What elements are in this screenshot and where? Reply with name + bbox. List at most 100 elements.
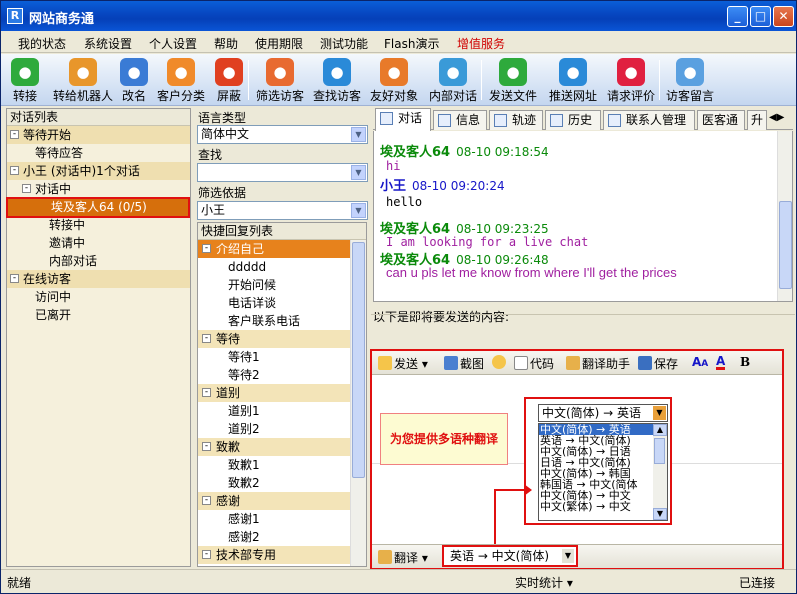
language-option[interactable]: 中文(简体) → 中文 xyxy=(539,490,653,501)
translate-button[interactable]: 翻译 ▾ xyxy=(378,549,428,566)
tab-scroll-arrows[interactable]: ◀▶ xyxy=(769,112,791,128)
tab-info[interactable]: 信息 xyxy=(433,110,487,130)
quick-reply-item[interactable]: 开始问候 xyxy=(198,276,366,294)
language-option[interactable]: 中文(简体) → 英语 xyxy=(539,424,653,435)
collapse-icon[interactable]: - xyxy=(202,334,211,343)
send-button[interactable]: 发送 ▾ xyxy=(378,355,428,372)
quick-reply-item[interactable]: 电话详谈 xyxy=(198,294,366,312)
realtime-stats-button[interactable]: 实时统计 ▾ xyxy=(515,574,573,591)
collapse-icon[interactable]: - xyxy=(22,184,31,193)
collapse-icon[interactable]: - xyxy=(202,244,211,253)
font-color-button[interactable]: A xyxy=(716,355,726,370)
language-type-select[interactable]: 简体中文 ▼ xyxy=(197,125,368,144)
menu-value-added[interactable]: 增值服务 xyxy=(457,35,505,52)
toolbar-button-message[interactable]: ● 访客留言 xyxy=(665,56,715,104)
toolbar-button-search-visitor[interactable]: ● 查找访客 xyxy=(310,56,364,104)
quick-reply-group[interactable]: - 等待 xyxy=(198,330,366,348)
chat-scrollbar[interactable] xyxy=(777,131,792,301)
toolbar-button-push-url[interactable]: ● 推送网址 xyxy=(546,56,600,104)
filter-select[interactable]: 小王 ▼ xyxy=(197,201,368,220)
toolbar-button-send-file[interactable]: ● 发送文件 xyxy=(486,56,540,104)
tab-medical[interactable]: 医客通 xyxy=(697,110,745,130)
menu-test-features[interactable]: 测试功能 xyxy=(320,35,368,52)
tree-item[interactable]: 已离开 xyxy=(7,306,190,324)
code-button[interactable]: 代码 xyxy=(514,355,554,372)
quick-reply-item[interactable]: 感谢2 xyxy=(198,528,366,546)
quick-reply-item[interactable]: 等待2 xyxy=(198,366,366,384)
toolbar-button-rating[interactable]: ● 请求评价 xyxy=(604,56,658,104)
menu-flash-demo[interactable]: Flash演示 xyxy=(384,35,439,52)
menu-personal-settings[interactable]: 个人设置 xyxy=(149,35,197,52)
quick-reply-group[interactable]: - 感谢 xyxy=(198,492,366,510)
tree-item[interactable]: 访问中 xyxy=(7,288,190,306)
tree-item[interactable]: 内部对话 xyxy=(7,252,190,270)
language-option[interactable]: 日语 → 中文(简体) xyxy=(539,457,653,468)
collapse-icon[interactable]: - xyxy=(10,130,19,139)
maximize-button[interactable]: □ xyxy=(750,6,771,27)
scroll-down-icon[interactable]: ▼ xyxy=(653,508,667,520)
tab-chat[interactable]: 对话 xyxy=(375,108,431,131)
translate-assistant-button[interactable]: 翻译助手 xyxy=(566,355,630,372)
menu-help[interactable]: 帮助 xyxy=(214,35,238,52)
emoji-button[interactable] xyxy=(492,355,508,370)
menu-system-settings[interactable]: 系统设置 xyxy=(84,35,132,52)
selected-conversation[interactable]: 埃及客人64 (0/5) xyxy=(6,197,190,218)
language-option[interactable]: 韩国语 → 中文(简体 xyxy=(539,479,653,490)
menu-my-status[interactable]: 我的状态 xyxy=(18,35,66,52)
font-button[interactable]: AA xyxy=(692,355,708,369)
tree-item[interactable]: - 等待开始 xyxy=(7,126,190,144)
tree-item[interactable]: - 对话中 xyxy=(7,180,190,198)
collapse-icon[interactable]: - xyxy=(202,496,211,505)
toolbar-button-group[interactable]: ● 客户分类 xyxy=(154,56,208,104)
save-button[interactable]: 保存 xyxy=(638,355,678,372)
screenshot-button[interactable]: 截图 xyxy=(444,355,484,372)
quick-reply-scrollbar[interactable] xyxy=(350,240,366,566)
tab-history[interactable]: 历史 xyxy=(545,110,601,130)
quick-reply-group[interactable]: - 致歉 xyxy=(198,438,366,456)
quick-reply-item[interactable]: 等待1 xyxy=(198,348,366,366)
quick-reply-group[interactable]: - 技术部专用 xyxy=(198,546,366,564)
toolbar-button-rename[interactable]: ● 改名 xyxy=(118,56,150,104)
quick-reply-item[interactable]: 客户联系电话 xyxy=(198,312,366,330)
scrollbar-thumb[interactable] xyxy=(352,242,365,478)
tree-item[interactable]: 转接中 xyxy=(7,216,190,234)
toolbar-button-friend[interactable]: ● 友好对象 xyxy=(367,56,421,104)
collapse-icon[interactable]: - xyxy=(202,442,211,451)
language-option[interactable]: 中文(简体) → 日语 xyxy=(539,446,653,457)
tab-contacts[interactable]: 联系人管理 xyxy=(603,110,695,130)
toolbar-button-filter-visitor[interactable]: ● 筛选访客 xyxy=(253,56,307,104)
panel-splitter[interactable] xyxy=(371,314,795,315)
translate-language-select[interactable]: 英语 → 中文(简体) ▼ xyxy=(442,545,578,567)
collapse-icon[interactable]: - xyxy=(10,166,19,175)
quick-reply-item[interactable]: 道别2 xyxy=(198,420,366,438)
scrollbar-thumb[interactable] xyxy=(654,438,665,464)
tab-track[interactable]: 轨迹 xyxy=(489,110,543,130)
quick-reply-group[interactable]: - 介绍自己 xyxy=(198,240,366,258)
quick-reply-item[interactable]: ddddd xyxy=(198,258,366,276)
collapse-icon[interactable]: - xyxy=(202,550,211,559)
toolbar-button-robot[interactable]: ● 转给机器人 xyxy=(51,56,115,104)
tree-item[interactable]: - 小王 (对话中)1个对话 xyxy=(7,162,190,180)
quick-reply-group[interactable]: - 道别 xyxy=(198,384,366,402)
toolbar-button-transfer[interactable]: ● 转接 xyxy=(4,56,46,104)
quick-reply-item[interactable]: 感谢1 xyxy=(198,510,366,528)
collapse-icon[interactable]: - xyxy=(202,388,211,397)
bold-button[interactable]: B xyxy=(740,355,750,369)
tree-item[interactable]: 邀请中 xyxy=(7,234,190,252)
language-option[interactable]: 英语 → 中文(简体) xyxy=(539,435,653,446)
menu-usage-period[interactable]: 使用期限 xyxy=(255,35,303,52)
close-button[interactable]: ✕ xyxy=(773,6,794,27)
collapse-icon[interactable]: - xyxy=(10,274,19,283)
quick-reply-item[interactable]: 致歉1 xyxy=(198,456,366,474)
tab-more[interactable]: 升 xyxy=(747,110,767,130)
quick-reply-item[interactable]: 致歉2 xyxy=(198,474,366,492)
tree-item[interactable]: 等待应答 xyxy=(7,144,190,162)
language-list-scrollbar[interactable]: ▲ ▼ xyxy=(653,424,667,520)
language-option[interactable]: 中文(繁体) → 中文 xyxy=(539,501,653,512)
language-pair-select[interactable]: 中文(简体) → 英语 ▼ xyxy=(538,404,668,422)
toolbar-button-block[interactable]: ● 屏蔽 xyxy=(210,56,248,104)
minimize-button[interactable]: _ xyxy=(727,6,748,27)
scroll-up-icon[interactable]: ▲ xyxy=(653,424,667,436)
search-select[interactable]: ▼ xyxy=(197,163,368,182)
language-option[interactable]: 中文(简体) → 韩国 xyxy=(539,468,653,479)
